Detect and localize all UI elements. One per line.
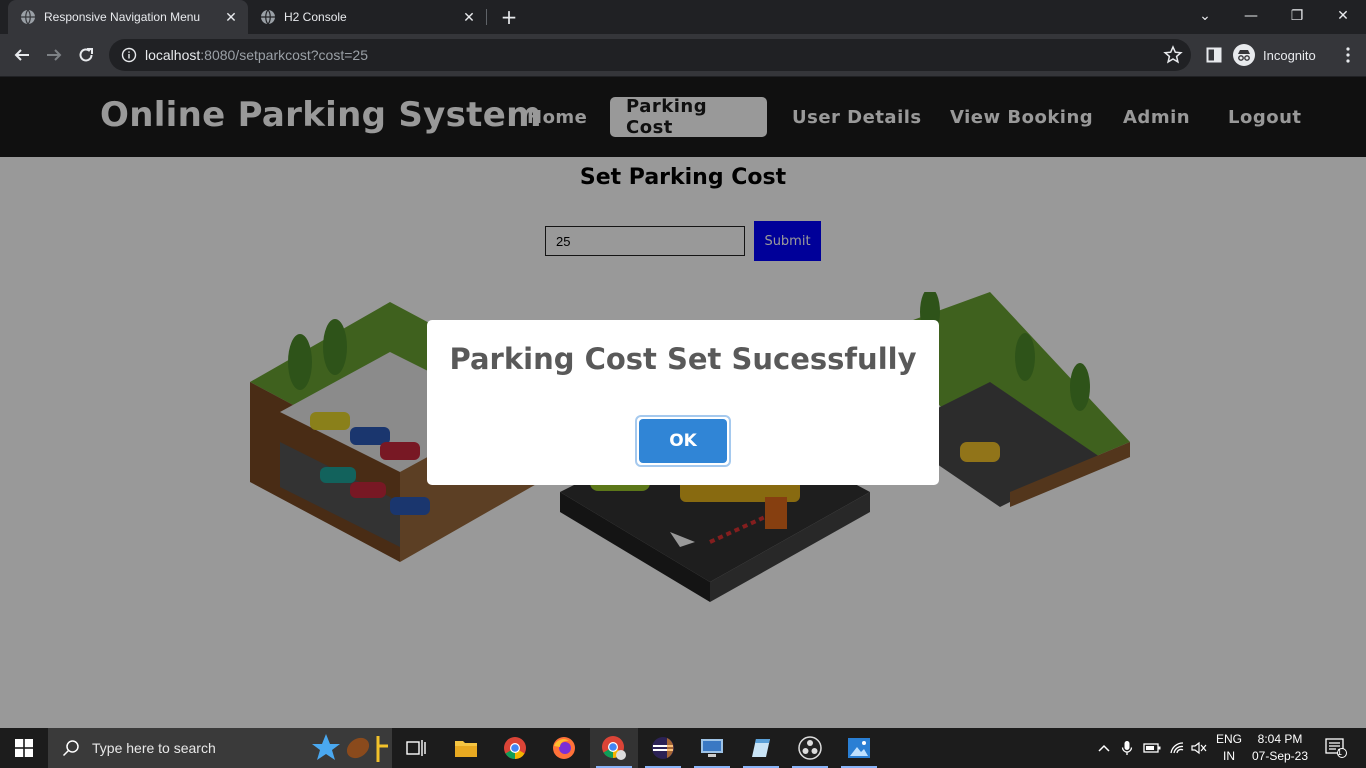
taskbar-chrome[interactable] [491,728,539,768]
volume-muted-icon [1191,741,1207,755]
tab-divider [486,9,487,25]
notification-count: 1 [1337,747,1343,757]
bookmark-star-icon[interactable] [1163,45,1183,65]
folder-icon [455,741,477,757]
obs-icon [798,736,822,760]
dialog-message: Parking Cost Set Sucessfully [449,342,917,376]
taskbar-search[interactable]: Type here to search [48,728,392,768]
tab-h2-console[interactable]: H2 Console ✕ [248,0,486,34]
ok-button-focus-ring: OK [635,415,731,467]
address-bar[interactable]: localhost:8080/setparkcost?cost=25 [109,39,1191,71]
forward-button[interactable] [40,41,68,69]
network-tray-button[interactable] [1166,728,1188,768]
search-highlight-image [312,734,388,762]
incognito-icon [1233,44,1255,66]
side-panel-button[interactable] [1200,41,1228,69]
reload-button[interactable] [72,41,100,69]
browser-tabstrip: Responsive Navigation Menu ✕ H2 Console … [0,0,1366,34]
volume-tray-button[interactable] [1188,728,1210,768]
task-view-icon [406,740,426,756]
side-panel-icon [1206,47,1222,63]
notifications-button[interactable]: 1 [1316,728,1356,768]
close-window-button[interactable]: ✕ [1320,0,1366,32]
close-tab-icon[interactable]: ✕ [220,6,242,28]
microphone-icon [1121,741,1133,755]
forward-arrow-icon [47,49,62,61]
close-tab-icon[interactable]: ✕ [458,6,480,28]
more-vertical-icon [1346,47,1350,63]
task-view-button[interactable] [392,728,440,768]
taskbar-eclipse[interactable] [639,728,687,768]
ok-button[interactable]: OK [639,419,727,463]
browser-menu-button[interactable] [1334,41,1362,69]
battery-icon [1143,743,1161,753]
clock-time: 8:04 PM [1257,732,1303,746]
remote-desktop-icon [701,739,723,757]
new-tab-button[interactable]: + [497,5,521,29]
start-button[interactable] [0,728,48,768]
region-code: IN [1223,749,1235,763]
photos-icon [848,738,870,758]
chrome-icon [504,737,526,759]
microphone-tray-button[interactable] [1116,728,1138,768]
globe-icon [261,9,275,25]
taskbar-obs[interactable] [786,728,834,768]
taskbar-firefox[interactable] [540,728,588,768]
restore-button[interactable]: ❐ [1274,0,1320,32]
chevron-up-icon [1098,744,1110,752]
clock-date: 07-Sep-23 [1251,749,1309,763]
wifi-icon [1170,742,1184,754]
browser-toolbar: localhost:8080/setparkcost?cost=25 Incog… [0,34,1366,76]
tab-search-icon[interactable]: ⌄ [1182,0,1228,32]
url-path: :8080/setparkcost?cost=25 [200,47,368,63]
success-dialog: Parking Cost Set Sucessfully OK [427,320,939,485]
input-language-indicator[interactable]: ENG IN [1212,731,1246,765]
tab-title: Responsive Navigation Menu [44,10,201,24]
minimize-button[interactable]: — [1228,0,1274,32]
url-host: localhost [145,47,201,63]
url-text: localhost:8080/setparkcost?cost=25 [145,47,368,63]
reload-icon [79,48,93,62]
taskbar-photos[interactable] [835,728,883,768]
notepad-icon [752,739,770,757]
taskbar-remote-desktop[interactable] [688,728,736,768]
show-hidden-icons-button[interactable] [1094,728,1114,768]
info-icon[interactable] [121,47,137,63]
language-code: ENG [1215,732,1242,746]
tab-title: H2 Console [284,10,347,24]
taskbar-chrome-incognito[interactable] [590,728,638,768]
globe-icon [21,9,35,25]
windows-taskbar: Type here to search ENG IN 8:04 PM 07-Se… [0,728,1366,768]
taskbar-notepad[interactable] [737,728,785,768]
eclipse-icon [652,737,674,759]
taskbar-file-explorer[interactable] [442,728,490,768]
back-button[interactable] [8,41,36,69]
search-placeholder: Type here to search [92,740,216,756]
web-page: Online Parking System Home Parking Cost … [0,77,1366,728]
notification-center-icon [1325,738,1347,758]
incognito-indicator[interactable]: Incognito [1233,39,1316,71]
back-arrow-icon [14,49,29,61]
windows-logo-icon [15,739,33,757]
battery-tray-button[interactable] [1140,728,1164,768]
tab-responsive-navigation-menu[interactable]: Responsive Navigation Menu ✕ [8,0,248,34]
firefox-icon [553,737,575,759]
system-clock[interactable]: 8:04 PM 07-Sep-23 [1248,731,1312,765]
incognito-label: Incognito [1263,47,1316,63]
chrome-incognito-icon [602,736,626,760]
search-icon [62,740,79,757]
